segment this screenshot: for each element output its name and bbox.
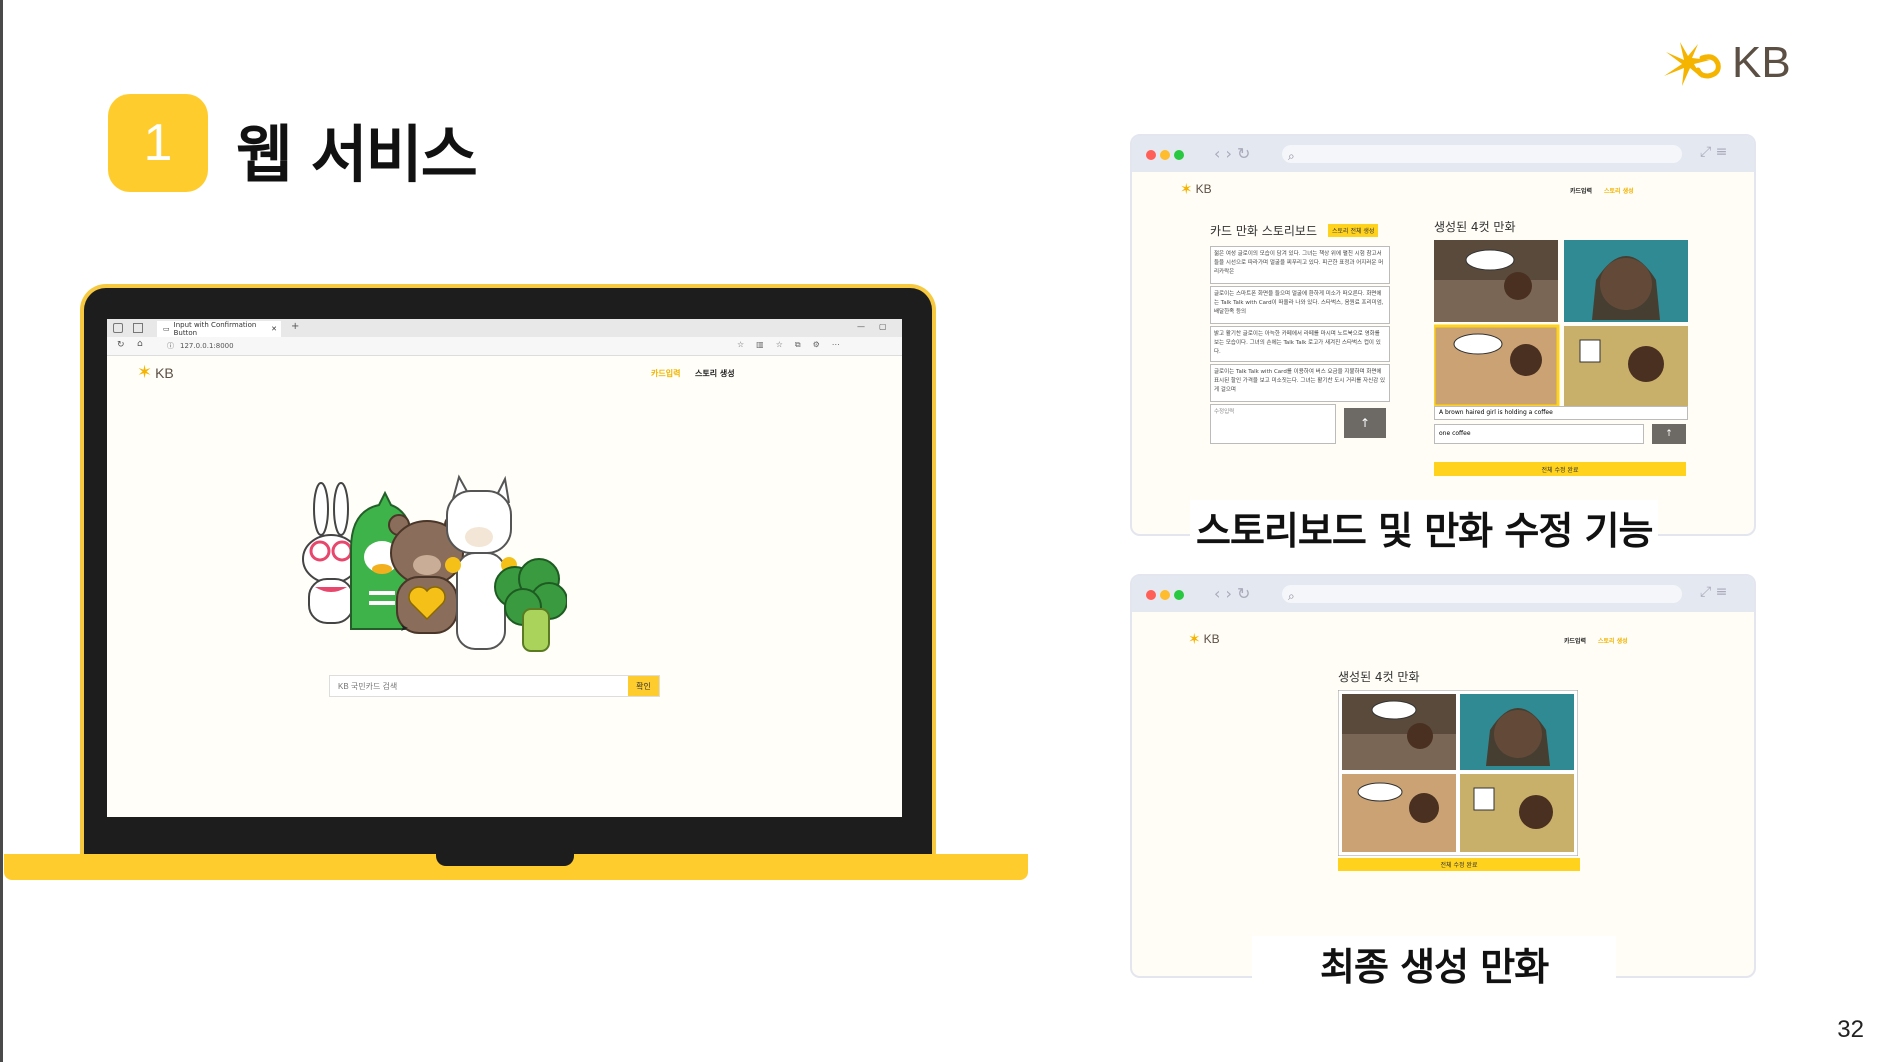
- kb-star-icon: ✶: [137, 362, 153, 383]
- nav-story-generate[interactable]: 스토리 생성: [695, 368, 735, 379]
- comic-four-panels[interactable]: [1434, 240, 1688, 406]
- mouse-cursor-icon: ➤: [400, 623, 409, 634]
- page-kb-logo[interactable]: ✶ KB: [137, 362, 174, 383]
- window-title-bar: ‹ › ↻ ⌕ ⤢ ≡: [1132, 136, 1754, 172]
- window-title-bar: ‹ › ↻ ⌕ ⤢ ≡: [1132, 576, 1754, 612]
- card-search-bar: 확인: [329, 675, 660, 697]
- storyboard-panel-4[interactable]: 글로이는 Talk Talk with Card를 이용하여 버스 요금을 지불…: [1210, 364, 1390, 402]
- maximize-dot-icon[interactable]: [1174, 590, 1184, 600]
- search-icon: ⌕: [1288, 589, 1295, 603]
- maximize-dot-icon[interactable]: [1174, 150, 1184, 160]
- comic-edit-input[interactable]: one coffee: [1434, 424, 1644, 444]
- window-kb-text: KB: [1203, 632, 1220, 646]
- window-url-bar[interactable]: ⌕: [1282, 145, 1682, 163]
- storyboard-panel-2[interactable]: 글로이는 스마트폰 화면을 들으며 얼굴에 환하게 미소가 떠오른다. 화면에는…: [1210, 286, 1390, 324]
- storyboard-title: 카드 만화 스토리보드: [1210, 224, 1317, 238]
- kb-star-icon: [1664, 42, 1721, 86]
- workspaces-icon[interactable]: [113, 323, 123, 333]
- comic-edit-submit-button[interactable]: ↑: [1652, 424, 1686, 444]
- minimize-icon[interactable]: —: [857, 322, 865, 331]
- comic-caption-field[interactable]: A brown haired girl is holding a coffee: [1434, 406, 1688, 420]
- final-comic-caption: 최종 생성 만화: [1252, 936, 1617, 991]
- nav-card-input[interactable]: 카드입력: [1570, 186, 1592, 195]
- kb-brand-logo: KB: [1658, 38, 1791, 88]
- search-confirm-button[interactable]: 확인: [628, 676, 659, 696]
- browser-tab[interactable]: ▭ Input with Confirmation Button ✕: [157, 321, 281, 337]
- laptop-notch: [436, 854, 574, 866]
- browser-tab-bar: ▭ Input with Confirmation Button ✕ + — ▢: [107, 319, 902, 337]
- tab-actions-icon[interactable]: [133, 323, 143, 333]
- storyboard-panel-1[interactable]: 젊은 여성 글로이의 모습이 담겨 있다. 그녀는 책상 위에 펼친 시험 참고…: [1210, 246, 1390, 284]
- kb-star-icon: ✶: [1188, 630, 1201, 648]
- page-number: 32: [1837, 1016, 1864, 1043]
- page-kb-text: KB: [155, 365, 174, 381]
- close-dot-icon[interactable]: [1146, 590, 1156, 600]
- nav-card-input[interactable]: 카드입력: [1564, 636, 1586, 645]
- browser-address-bar: ↻ ⌂ ⓘ 127.0.0.1:8000 ☆▥☆⧉⚙⋯: [107, 337, 902, 356]
- left-edge-line: [0, 0, 3, 1062]
- expand-icon[interactable]: ⤢ ≡: [1700, 144, 1727, 160]
- window-kb-text: KB: [1195, 182, 1212, 196]
- broccoli-mascot: [494, 558, 567, 652]
- url-field[interactable]: ⓘ 127.0.0.1:8000: [167, 340, 727, 352]
- window-kb-logo[interactable]: ✶ KB: [1188, 630, 1220, 648]
- minimize-dot-icon[interactable]: [1160, 590, 1170, 600]
- nav-card-input[interactable]: 카드입력: [651, 368, 680, 379]
- close-dot-icon[interactable]: [1146, 150, 1156, 160]
- url-text: 127.0.0.1:8000: [180, 342, 234, 350]
- new-tab-icon[interactable]: +: [291, 321, 299, 332]
- storyboard-edit-window: ‹ › ↻ ⌕ ⤢ ≡ ✶ KB 카드입력 스토리 생성 카드 만화 스토리보드…: [1130, 134, 1756, 536]
- complete-all-edits-button[interactable]: 전체 수정 완료: [1434, 462, 1686, 476]
- edit-submit-button[interactable]: ↑: [1344, 408, 1386, 438]
- kb-mascot-characters: [302, 474, 567, 652]
- edit-input[interactable]: 수정입력: [1210, 404, 1336, 444]
- tab-title: Input with Confirmation Button: [173, 321, 257, 337]
- tab-close-icon[interactable]: ✕: [271, 325, 277, 333]
- nav-story-generate[interactable]: 스토리 생성: [1598, 636, 1628, 645]
- generate-story-tag-button[interactable]: 스토리 전체 생성: [1328, 224, 1379, 237]
- reload-icon[interactable]: ↻: [117, 340, 125, 350]
- kb-star-icon: ✶: [1180, 180, 1193, 198]
- browser-toolbar-icons[interactable]: ☆▥☆⧉⚙⋯: [737, 340, 852, 350]
- edit-feature-caption: 스토리보드 및 만화 수정 기능: [1190, 500, 1659, 555]
- kb-brand-text: KB: [1732, 38, 1791, 87]
- section-title: 웹 서비스: [236, 118, 478, 191]
- complete-all-edits-button[interactable]: 전체 수정 완료: [1338, 858, 1580, 871]
- nav-story-generate[interactable]: 스토리 생성: [1604, 186, 1634, 195]
- minimize-dot-icon[interactable]: [1160, 150, 1170, 160]
- window-url-bar[interactable]: ⌕: [1282, 585, 1682, 603]
- site-info-icon[interactable]: ⓘ: [167, 341, 174, 351]
- home-icon[interactable]: ⌂: [137, 339, 143, 349]
- final-comic-window: ‹ › ↻ ⌕ ⤢ ≡ ✶ KB 카드입력 스토리 생성 생성된 4컷 만화 전…: [1130, 574, 1756, 978]
- comic-title: 생성된 4컷 만화: [1434, 220, 1516, 234]
- laptop-screen: ▭ Input with Confirmation Button ✕ + — ▢…: [107, 319, 902, 817]
- back-forward-icon[interactable]: ‹ › ↻: [1214, 584, 1250, 603]
- back-forward-icon[interactable]: ‹ › ↻: [1214, 144, 1250, 163]
- search-icon: ⌕: [1288, 149, 1295, 163]
- comic-title: 생성된 4컷 만화: [1338, 670, 1420, 684]
- llama-mascot: [445, 474, 517, 650]
- section-number-badge: 1: [108, 94, 208, 192]
- maximize-icon[interactable]: ▢: [879, 322, 887, 331]
- card-search-input[interactable]: [330, 676, 626, 696]
- window-kb-logo[interactable]: ✶ KB: [1180, 180, 1212, 198]
- expand-icon[interactable]: ⤢ ≡: [1700, 584, 1727, 600]
- final-comic-four-panels: [1338, 690, 1578, 856]
- storyboard-panel-3[interactable]: 밝고 활기찬 글로이는 아늑한 카페에서 라떼를 마시며 노트북으로 영화를 보…: [1210, 326, 1390, 362]
- page-icon: ▭: [163, 325, 170, 333]
